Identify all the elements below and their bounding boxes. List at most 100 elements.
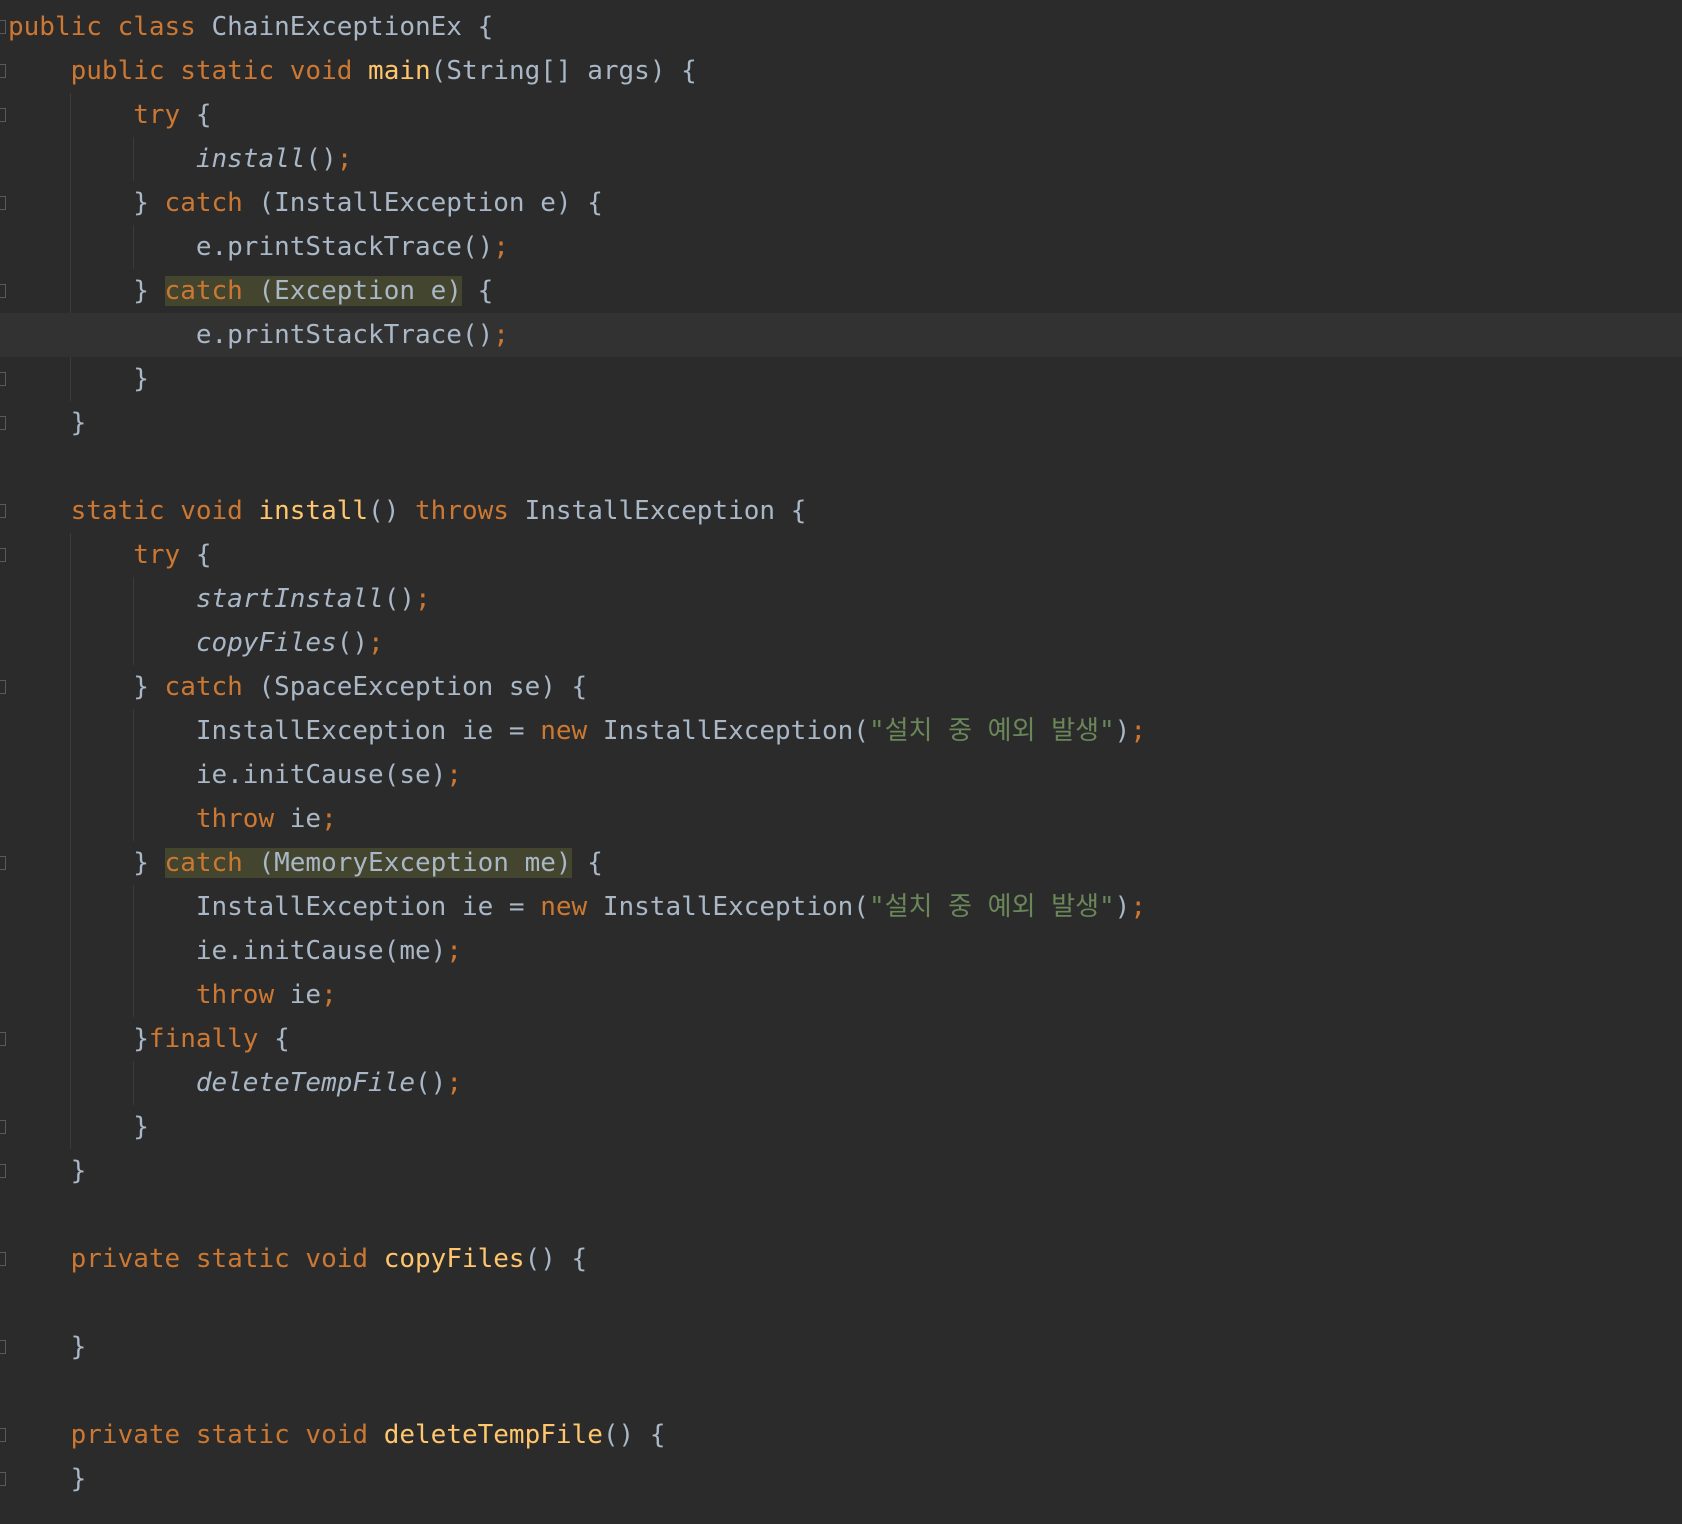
fold-marker-icon[interactable] [0, 548, 6, 562]
code-line[interactable] [0, 1193, 1682, 1237]
code-line[interactable]: } [0, 1457, 1682, 1501]
fold-marker-icon[interactable] [0, 504, 6, 518]
code-line[interactable]: ie.initCause(me); [0, 929, 1682, 973]
code-token: ; [493, 320, 509, 350]
fold-marker-icon[interactable] [0, 108, 6, 122]
code-line[interactable]: } [0, 1149, 1682, 1193]
fold-marker-icon[interactable] [0, 1340, 6, 1354]
code-token: { [195, 540, 212, 570]
fold-marker-icon[interactable] [0, 1252, 6, 1266]
code-text: e.printStackTrace(); [8, 313, 509, 357]
code-line[interactable]: try { [0, 533, 1682, 577]
code-token: } [8, 408, 87, 438]
code-line[interactable]: deleteTempFile(); [0, 1061, 1682, 1105]
code-line[interactable]: throw ie; [0, 973, 1682, 1017]
code-line[interactable]: install(); [0, 137, 1682, 181]
code-line[interactable]: InstallException ie = new InstallExcepti… [0, 885, 1682, 929]
code-token: () [383, 584, 415, 614]
code-token: () { [524, 1244, 588, 1274]
code-text: static void install() throws InstallExce… [8, 489, 807, 533]
code-line[interactable]: } catch (SpaceException se) { [0, 665, 1682, 709]
code-token: ; [1130, 716, 1146, 746]
code-line[interactable]: static void install() throws InstallExce… [0, 489, 1682, 533]
code-editor[interactable]: public class ChainExceptionEx { public s… [0, 0, 1682, 1524]
code-line[interactable]: e.printStackTrace(); [0, 313, 1682, 357]
code-line[interactable]: public static void main(String[] args) { [0, 49, 1682, 93]
fold-marker-icon[interactable] [0, 20, 6, 34]
code-token: "설치 중 예외 발생" [868, 716, 1115, 746]
code-line[interactable]: } [0, 1325, 1682, 1369]
code-token: throw [195, 980, 290, 1010]
fold-marker-icon[interactable] [0, 856, 6, 870]
code-token: deleteTempFile [195, 1068, 415, 1098]
fold-marker-icon[interactable] [0, 284, 6, 298]
code-line[interactable] [0, 1281, 1682, 1325]
code-token: install [195, 144, 306, 174]
code-token: new [540, 716, 603, 746]
code-line[interactable] [0, 1369, 1682, 1413]
code-token: () [415, 1068, 447, 1098]
code-line[interactable]: } [0, 357, 1682, 401]
code-line[interactable]: throw ie; [0, 797, 1682, 841]
code-token: InstallException ie = [8, 716, 541, 746]
code-text: } catch (SpaceException se) { [8, 665, 587, 709]
code-line[interactable]: InstallException ie = new InstallExcepti… [0, 709, 1682, 753]
code-token: finally [148, 1024, 275, 1054]
code-token: deleteTempFile [383, 1420, 603, 1450]
code-token: catch [164, 276, 259, 306]
code-token: public class [8, 12, 212, 42]
code-token: { [571, 848, 603, 878]
code-text: } catch (Exception e) { [8, 269, 493, 313]
code-line[interactable]: public class ChainExceptionEx { [0, 5, 1682, 49]
code-line[interactable]: ie.initCause(se); [0, 753, 1682, 797]
code-token: catch [164, 672, 259, 702]
fold-marker-icon[interactable] [0, 1472, 6, 1486]
code-token: } [8, 672, 165, 702]
fold-marker-icon[interactable] [0, 680, 6, 694]
code-token: ; [415, 584, 431, 614]
code-line[interactable]: } [0, 401, 1682, 445]
code-text: copyFiles(); [8, 621, 384, 665]
code-token: ie.initCause(se) [8, 760, 447, 790]
code-text: InstallException ie = new InstallExcepti… [8, 709, 1146, 753]
code-line[interactable]: startInstall(); [0, 577, 1682, 621]
fold-marker-icon[interactable] [0, 196, 6, 210]
code-text: } [8, 1149, 87, 1193]
code-text: try { [8, 93, 211, 137]
fold-marker-icon[interactable] [0, 1032, 6, 1046]
code-line[interactable]: private static void copyFiles() { [0, 1237, 1682, 1281]
code-token: ChainExceptionEx { [211, 12, 494, 42]
code-line[interactable]: } [0, 1105, 1682, 1149]
code-text: install(); [8, 137, 353, 181]
code-token: } [8, 276, 165, 306]
fold-marker-icon[interactable] [0, 64, 6, 78]
code-line[interactable]: private static void deleteTempFile() { [0, 1413, 1682, 1457]
fold-marker-icon[interactable] [0, 372, 6, 386]
code-line[interactable] [0, 445, 1682, 489]
fold-marker-icon[interactable] [0, 1428, 6, 1442]
code-line[interactable]: } catch (InstallException e) { [0, 181, 1682, 225]
code-text: } catch (InstallException e) { [8, 181, 603, 225]
fold-marker-icon[interactable] [0, 1120, 6, 1134]
code-token: throw [195, 804, 290, 834]
code-token: ; [368, 628, 384, 658]
code-token: public static void [70, 56, 369, 86]
code-text: throw ie; [8, 973, 337, 1017]
fold-marker-icon[interactable] [0, 1164, 6, 1178]
code-token: ; [336, 144, 353, 174]
code-line[interactable]: e.printStackTrace(); [0, 225, 1682, 269]
code-line[interactable]: } catch (Exception e) { [0, 269, 1682, 313]
code-line[interactable]: copyFiles(); [0, 621, 1682, 665]
code-line[interactable]: try { [0, 93, 1682, 137]
code-token: ie.initCause(me) [8, 936, 447, 966]
code-text: }finally { [8, 1017, 290, 1061]
code-token: } [8, 1024, 149, 1054]
fold-marker-icon[interactable] [0, 416, 6, 430]
code-line[interactable]: }finally { [0, 1017, 1682, 1061]
code-line[interactable]: } catch (MemoryException me) { [0, 841, 1682, 885]
code-token: catch [164, 188, 259, 218]
